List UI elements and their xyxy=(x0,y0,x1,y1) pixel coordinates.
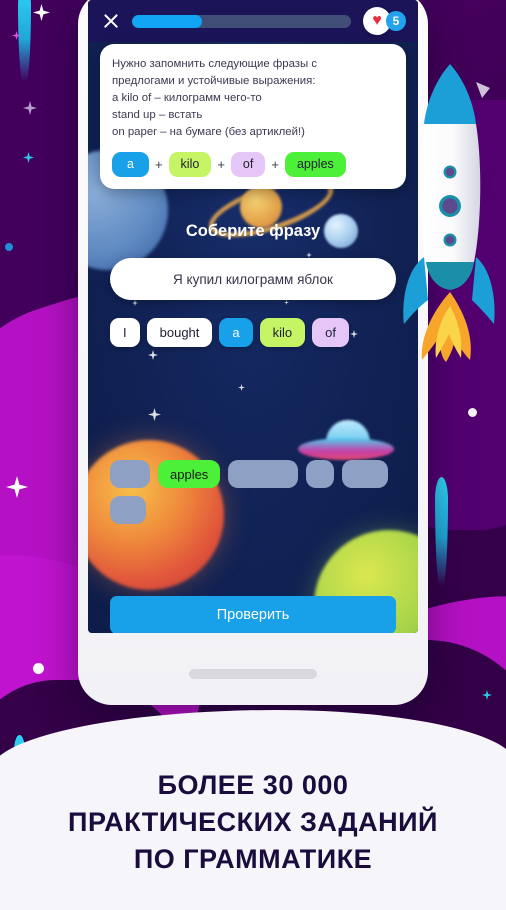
formula-chip-a: a xyxy=(112,152,149,177)
star-icon-2 xyxy=(238,384,245,391)
dot-decor-3 xyxy=(468,408,477,417)
info-card-line: предлогами и устойчивые выражения: xyxy=(112,75,316,87)
word-bank-chip-apples[interactable]: apples xyxy=(158,460,221,488)
heart-count-badge: 5 xyxy=(386,11,406,31)
hearts-indicator[interactable]: ♥ 5 xyxy=(363,7,406,35)
answer-tiles-row[interactable]: Ibought a kilo of xyxy=(110,318,410,347)
phone-screen: ♥ 5 Нужно запомнить следующие фразы с пре… xyxy=(88,0,418,633)
ufo-body xyxy=(298,438,394,460)
word-bank-chip-placeholder[interactable] xyxy=(110,460,150,488)
promo-headline-line: ПРАКТИЧЕСКИХ ЗАДАНИЙ xyxy=(68,807,438,837)
close-icon[interactable] xyxy=(100,10,122,32)
promo-headline-line: ПО ГРАММАТИКЕ xyxy=(133,844,373,874)
info-card-line: a kilo of – килограмм чего-то xyxy=(112,92,262,104)
answer-tile-i[interactable]: I xyxy=(110,318,140,347)
rocket-icon xyxy=(390,62,496,362)
formula-plus-sign: + xyxy=(271,156,279,172)
formula-plus-sign: + xyxy=(217,156,225,172)
answer-tile-a[interactable]: a xyxy=(219,318,253,347)
word-bank-chip-placeholder[interactable] xyxy=(342,460,389,488)
promo-headline-line: БОЛЕЕ 30 000 xyxy=(157,770,349,800)
formula-chip-of: of xyxy=(230,152,266,177)
star-icon-3 xyxy=(148,350,158,360)
word-bank[interactable]: apples xyxy=(110,460,400,524)
info-card-line: stand up – встать xyxy=(112,109,203,121)
answer-tile-of[interactable]: of xyxy=(312,318,349,347)
formula-chip-apples: apples xyxy=(284,152,346,177)
dot-decor-1 xyxy=(5,243,13,251)
info-card-lines: Нужно запомнить следующие фразы с предлог… xyxy=(112,56,394,141)
grammar-info-card: Нужно запомнить следующие фразы с предлог… xyxy=(100,44,406,189)
star-icon-5 xyxy=(132,300,138,306)
info-card-line: Нужно запомнить следующие фразы с xyxy=(112,58,318,70)
star-icon-7 xyxy=(284,300,289,305)
word-bank-chip-placeholder[interactable] xyxy=(228,460,299,488)
check-button[interactable]: Проверить xyxy=(110,596,396,633)
formula-plus-sign: + xyxy=(154,156,163,172)
prompt-pill: Я купил килограмм яблок xyxy=(110,258,396,300)
lesson-progress-bar xyxy=(132,14,351,28)
formula-chip-kilo: kilo xyxy=(168,152,212,177)
formula-row: a + kilo + of + apples xyxy=(112,152,394,177)
task-title: Соберите фразу xyxy=(185,222,321,240)
lesson-progress-fill xyxy=(132,14,203,28)
word-bank-chip-placeholder[interactable] xyxy=(306,460,335,488)
promo-headline: БОЛЕЕ 30 000 ПРАКТИЧЕСКИХ ЗАДАНИЙ ПО ГРАММ… xyxy=(0,767,506,878)
word-bank-chip-placeholder[interactable] xyxy=(110,496,146,524)
dot-decor-2 xyxy=(33,663,44,674)
info-card-line: on paper – на бумаге (без артиклей!) xyxy=(112,126,305,138)
phone-mockup: ♥ 5 Нужно запомнить следующие фразы с пре… xyxy=(78,0,428,705)
answer-tile-bought[interactable]: bought xyxy=(146,318,213,347)
star-icon-1 xyxy=(148,408,161,421)
heart-glyph: ♥ xyxy=(372,12,382,29)
lesson-topbar: ♥ 5 xyxy=(88,0,418,42)
home-indicator xyxy=(189,669,317,679)
prompt-text: Я купил килограмм яблок xyxy=(173,271,333,287)
answer-tile-kilo[interactable]: kilo xyxy=(259,318,306,347)
